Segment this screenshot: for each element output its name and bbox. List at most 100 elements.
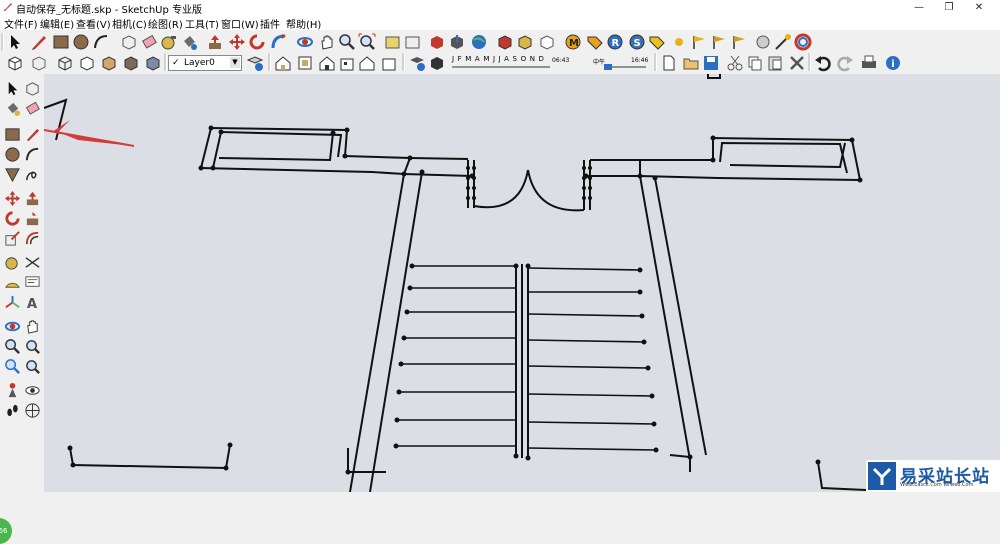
freehand-icon[interactable] xyxy=(24,166,41,183)
print-icon[interactable] xyxy=(860,54,878,72)
menu-camera[interactable]: 相机(C) xyxy=(112,16,147,31)
arc-icon[interactable] xyxy=(92,33,110,51)
layout-icon[interactable] xyxy=(538,33,556,51)
extension-warehouse-icon[interactable] xyxy=(496,33,514,51)
select-arrow-icon[interactable] xyxy=(6,33,24,51)
plugin-sphere-icon[interactable] xyxy=(754,33,772,51)
share-model-icon[interactable] xyxy=(448,33,466,51)
zoom-extents-icon[interactable] xyxy=(358,33,376,51)
plugin-tag-icon[interactable] xyxy=(586,33,604,51)
menu-draw[interactable]: 绘图(R) xyxy=(148,16,183,31)
monochrome-icon[interactable] xyxy=(144,54,162,72)
get-models-icon[interactable] xyxy=(428,33,446,51)
top-view-icon[interactable] xyxy=(296,54,314,72)
eraser-icon[interactable] xyxy=(24,100,41,117)
shaded-icon[interactable] xyxy=(100,54,118,72)
look-around-icon[interactable] xyxy=(24,382,41,399)
move-icon[interactable] xyxy=(228,33,246,51)
plugin-flag-icon[interactable] xyxy=(690,33,708,51)
rectangle-icon[interactable] xyxy=(52,33,70,51)
open-folder-icon[interactable] xyxy=(682,54,700,72)
orbit-icon[interactable] xyxy=(296,33,314,51)
right-view-icon[interactable] xyxy=(338,54,356,72)
orbit-icon[interactable] xyxy=(4,318,21,335)
zoom-icon[interactable] xyxy=(338,33,356,51)
preview-google-earth-icon[interactable] xyxy=(470,33,488,51)
previous-view-icon[interactable] xyxy=(4,358,21,375)
delete-icon[interactable] xyxy=(788,54,806,72)
new-file-icon[interactable] xyxy=(660,54,678,72)
arc-icon[interactable] xyxy=(24,146,41,163)
3d-text-icon[interactable]: A xyxy=(24,294,41,311)
protractor-icon[interactable] xyxy=(4,274,21,291)
menu-file[interactable]: 文件(F) xyxy=(4,16,38,31)
select-arrow-icon[interactable] xyxy=(4,80,21,97)
push-pull-icon[interactable] xyxy=(24,190,41,207)
paint-bucket-icon[interactable] xyxy=(180,33,198,51)
zoom-icon[interactable] xyxy=(4,338,21,355)
add-location-icon[interactable] xyxy=(384,33,402,51)
plugin-m-icon[interactable]: M xyxy=(564,33,582,51)
tape-measure-icon[interactable] xyxy=(4,254,21,271)
back-view-icon[interactable] xyxy=(358,54,376,72)
plugin-dot-icon[interactable] xyxy=(670,33,688,51)
plugin-spectrum-icon[interactable] xyxy=(794,33,812,51)
tape-measure-icon[interactable] xyxy=(160,33,178,51)
save-icon[interactable] xyxy=(702,54,720,72)
plugin-flag2-icon[interactable] xyxy=(710,33,728,51)
left-view-icon[interactable] xyxy=(380,54,398,72)
rotate-icon[interactable] xyxy=(248,33,266,51)
maximize-button[interactable]: ❐ xyxy=(934,0,964,15)
rectangle-icon[interactable] xyxy=(4,126,21,143)
iso-view-icon[interactable] xyxy=(6,54,24,72)
menu-help[interactable]: 帮助(H) xyxy=(286,16,321,31)
paint-bucket-icon[interactable] xyxy=(4,100,21,117)
plugin-wand-icon[interactable] xyxy=(774,33,792,51)
plugin-s-icon[interactable]: S xyxy=(628,33,646,51)
plugin-flag3-icon[interactable] xyxy=(730,33,748,51)
toggle-terrain-icon[interactable] xyxy=(404,33,422,51)
pencil-line-icon[interactable] xyxy=(30,33,48,51)
wireframe-icon[interactable] xyxy=(56,54,74,72)
model-info-icon[interactable]: i xyxy=(884,54,902,72)
front-view-icon[interactable] xyxy=(318,54,336,72)
menu-edit[interactable]: 编辑(E) xyxy=(40,16,74,31)
eraser-icon[interactable] xyxy=(140,33,158,51)
make-component-icon[interactable] xyxy=(24,80,41,97)
pan-hand-icon[interactable] xyxy=(24,318,41,335)
follow-me-icon[interactable] xyxy=(270,33,288,51)
offset-icon[interactable] xyxy=(24,230,41,247)
pan-hand-icon[interactable] xyxy=(318,33,336,51)
shadow-settings-icon[interactable] xyxy=(408,54,426,72)
chevron-down-icon[interactable]: ▼ xyxy=(230,57,240,68)
position-camera-icon[interactable] xyxy=(4,382,21,399)
menu-window[interactable]: 窗口(W) xyxy=(221,16,259,31)
redo-icon[interactable] xyxy=(836,54,854,72)
hidden-line-icon[interactable] xyxy=(78,54,96,72)
menu-tools[interactable]: 工具(T) xyxy=(185,16,219,31)
layer-manager-icon[interactable] xyxy=(246,54,264,72)
rotate-icon[interactable] xyxy=(4,210,21,227)
scale-icon[interactable] xyxy=(4,230,21,247)
display-shadows-icon[interactable] xyxy=(428,54,446,72)
section-plane-icon[interactable] xyxy=(24,402,41,419)
follow-me-icon[interactable] xyxy=(24,210,41,227)
plugin-r-icon[interactable]: R xyxy=(606,33,624,51)
minimize-button[interactable]: — xyxy=(904,0,934,15)
close-button[interactable]: ✕ xyxy=(964,0,994,15)
plugin-label-icon[interactable] xyxy=(648,33,666,51)
walk-footprints-icon[interactable] xyxy=(4,402,21,419)
layer-dropdown[interactable]: ✓ Layer0 ▼ xyxy=(168,55,242,71)
zoom-window-icon[interactable] xyxy=(24,338,41,355)
cut-icon[interactable] xyxy=(726,54,744,72)
push-pull-icon[interactable] xyxy=(206,33,224,51)
iso-house-icon[interactable] xyxy=(274,54,292,72)
move-icon[interactable] xyxy=(4,190,21,207)
menu-view[interactable]: 查看(V) xyxy=(76,16,111,31)
dimension-icon[interactable] xyxy=(24,254,41,271)
drawing-viewport[interactable] xyxy=(44,74,1000,492)
shadow-time-slider[interactable] xyxy=(452,63,646,71)
text-tool-icon[interactable] xyxy=(24,274,41,291)
menu-plugins[interactable]: 插件 xyxy=(260,16,280,31)
polygon-icon[interactable] xyxy=(4,166,21,183)
